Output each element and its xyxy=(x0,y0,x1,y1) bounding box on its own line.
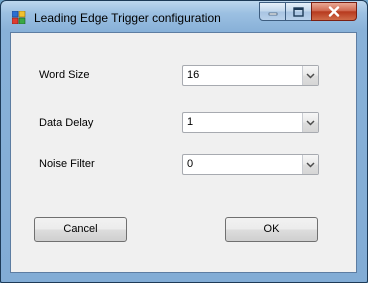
noise-filter-label: Noise Filter xyxy=(39,158,95,170)
minimize-icon xyxy=(268,12,277,15)
close-button[interactable] xyxy=(311,2,357,21)
data-delay-label: Data Delay xyxy=(39,117,94,129)
chevron-down-icon[interactable] xyxy=(302,66,318,85)
app-icon xyxy=(11,10,26,25)
word-size-label: Word Size xyxy=(39,69,90,81)
word-size-combobox[interactable]: 16 xyxy=(182,65,319,86)
cancel-button[interactable]: Cancel xyxy=(34,217,127,242)
dialog-window: Leading Edge Trigger configuration Word … xyxy=(0,0,368,283)
maximize-icon xyxy=(293,6,304,17)
noise-filter-value: 0 xyxy=(187,158,194,170)
chevron-down-icon[interactable] xyxy=(302,113,318,132)
data-delay-value: 1 xyxy=(187,116,194,128)
minimize-button[interactable] xyxy=(259,2,286,21)
chevron-down-icon[interactable] xyxy=(302,155,318,174)
word-size-value: 16 xyxy=(187,69,200,81)
data-delay-combobox[interactable]: 1 xyxy=(182,112,319,133)
maximize-button[interactable] xyxy=(285,2,312,21)
dialog-body: Word Size 16 Data Delay 1 Noise Filter 0… xyxy=(10,32,357,273)
close-icon xyxy=(328,6,340,17)
window-title: Leading Edge Trigger configuration xyxy=(34,11,221,25)
title-bar[interactable]: Leading Edge Trigger configuration xyxy=(1,1,367,31)
noise-filter-combobox[interactable]: 0 xyxy=(182,154,319,175)
ok-button[interactable]: OK xyxy=(225,217,318,242)
